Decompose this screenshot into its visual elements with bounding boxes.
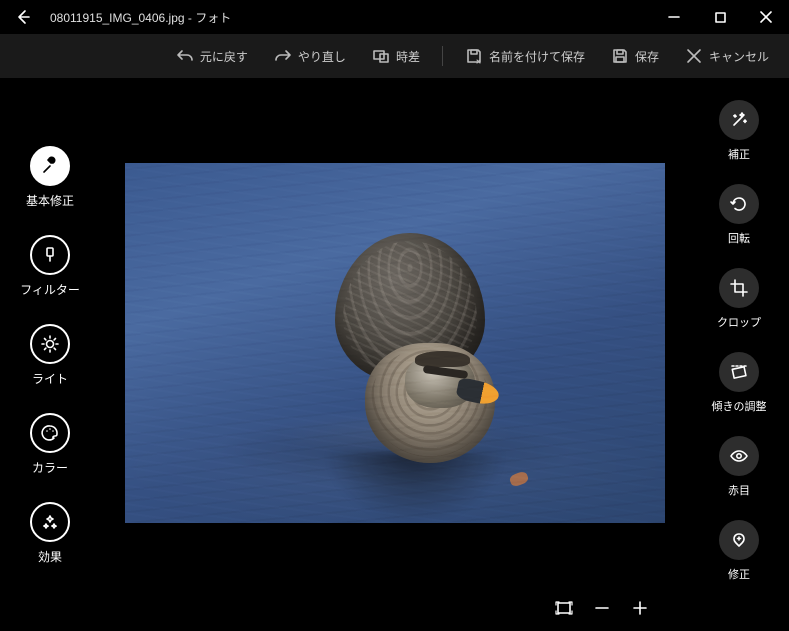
cancel-button[interactable]: キャンセル xyxy=(673,38,781,74)
minimize-button[interactable] xyxy=(651,0,697,34)
crop-icon xyxy=(719,268,759,308)
minus-icon xyxy=(593,599,611,617)
zoom-out-button[interactable] xyxy=(593,599,611,620)
wrench-icon xyxy=(30,146,70,186)
filter-tab[interactable]: フィルター xyxy=(20,235,80,298)
straighten-icon xyxy=(719,352,759,392)
rotate-tool[interactable]: 回転 xyxy=(719,184,759,246)
right-sidebar: 補正 回転 クロップ 傾きの調整 赤目 xyxy=(689,78,789,631)
cancel-label: キャンセル xyxy=(709,48,769,65)
canvas-holder xyxy=(100,78,689,587)
save-as-icon xyxy=(465,47,483,65)
toolbar-separator xyxy=(442,46,443,66)
crop-label: クロップ xyxy=(717,314,761,330)
rotate-icon xyxy=(719,184,759,224)
undo-label: 元に戻す xyxy=(200,48,248,65)
eye-icon xyxy=(719,436,759,476)
compare-button[interactable]: 時差 xyxy=(360,38,432,74)
effects-icon xyxy=(30,502,70,542)
redo-label: やり直し xyxy=(298,48,346,65)
save-icon xyxy=(611,47,629,65)
basic-fix-tab[interactable]: 基本修正 xyxy=(26,146,74,209)
filter-label: フィルター xyxy=(20,281,80,298)
redeye-tool[interactable]: 赤目 xyxy=(719,436,759,498)
arrow-left-icon xyxy=(15,9,31,25)
save-button[interactable]: 保存 xyxy=(599,38,671,74)
retouch-tool[interactable]: 修正 xyxy=(719,520,759,582)
effect-label: 効果 xyxy=(38,548,62,565)
color-tab[interactable]: カラー xyxy=(30,413,70,476)
sun-icon xyxy=(30,324,70,364)
redeye-label: 赤目 xyxy=(728,482,750,498)
photo-canvas[interactable] xyxy=(125,163,665,523)
minimize-icon xyxy=(668,11,680,23)
back-button[interactable] xyxy=(0,0,46,34)
title-bar: 08011915_IMG_0406.jpg - フォト xyxy=(0,0,789,34)
cancel-icon xyxy=(685,47,703,65)
maximize-button[interactable] xyxy=(697,0,743,34)
basic-fix-label: 基本修正 xyxy=(26,192,74,209)
effect-tab[interactable]: 効果 xyxy=(30,502,70,565)
zoom-bar xyxy=(100,587,689,631)
undo-button[interactable]: 元に戻す xyxy=(164,38,260,74)
zoom-in-button[interactable] xyxy=(631,599,649,620)
light-label: ライト xyxy=(32,370,68,387)
maximize-icon xyxy=(715,12,726,23)
light-tab[interactable]: ライト xyxy=(30,324,70,387)
left-sidebar: 基本修正 フィルター ライト カラー 効果 xyxy=(0,78,100,631)
close-icon xyxy=(760,11,772,23)
redo-button[interactable]: やり直し xyxy=(262,38,358,74)
close-button[interactable] xyxy=(743,0,789,34)
brush-icon xyxy=(30,235,70,275)
straighten-tool[interactable]: 傾きの調整 xyxy=(712,352,767,414)
compare-icon xyxy=(372,47,390,65)
main-area: 基本修正 フィルター ライト カラー 効果 xyxy=(0,78,789,631)
save-as-label: 名前を付けて保存 xyxy=(489,48,585,65)
wand-icon xyxy=(719,100,759,140)
plus-icon xyxy=(631,599,649,617)
canvas-area xyxy=(100,78,689,631)
save-label: 保存 xyxy=(635,48,659,65)
undo-icon xyxy=(176,47,194,65)
retouch-icon xyxy=(719,520,759,560)
retouch-label: 修正 xyxy=(728,566,750,582)
enhance-tool[interactable]: 補正 xyxy=(719,100,759,162)
straighten-label: 傾きの調整 xyxy=(712,398,767,414)
color-label: カラー xyxy=(32,459,68,476)
crop-tool[interactable]: クロップ xyxy=(717,268,761,330)
fit-icon xyxy=(555,599,573,617)
compare-label: 時差 xyxy=(396,48,420,65)
enhance-label: 補正 xyxy=(728,146,750,162)
rotate-label: 回転 xyxy=(728,230,750,246)
redo-icon xyxy=(274,47,292,65)
edit-toolbar: 元に戻す やり直し 時差 名前を付けて保存 保存 キャンセル xyxy=(0,34,789,78)
palette-icon xyxy=(30,413,70,453)
save-as-button[interactable]: 名前を付けて保存 xyxy=(453,38,597,74)
fit-screen-button[interactable] xyxy=(555,599,573,620)
window-title: 08011915_IMG_0406.jpg - フォト xyxy=(46,9,651,26)
